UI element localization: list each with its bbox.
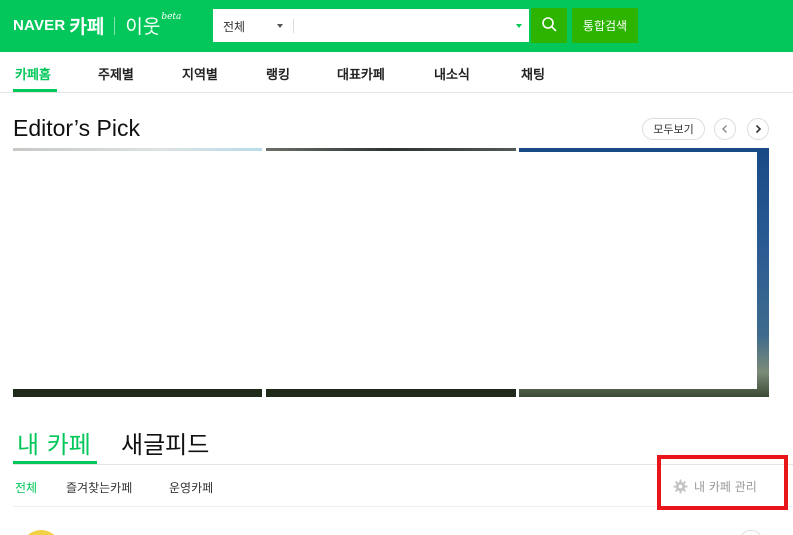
cafe-logo[interactable]: NAVER 카페 이웃 beta [13,12,181,39]
top-header: NAVER 카페 이웃 beta 전체 통합검색 [0,0,793,52]
chevron-left-icon [720,122,730,137]
highlight-box [657,455,788,510]
filter-favorites[interactable]: 즐겨찾는카페 [66,479,132,496]
pick-card[interactable] [266,148,516,397]
pick-card[interactable] [13,148,262,397]
nav-by-topic[interactable]: 주제별 [98,64,134,83]
logo-neighbor[interactable]: 이웃 [125,12,160,39]
card-image-edge [266,148,516,151]
nav-featured-cafe[interactable]: 대표카페 [337,64,385,83]
nav-active-indicator [13,89,57,92]
next-button[interactable] [747,118,769,140]
filter-all[interactable]: 전체 [15,479,37,496]
avatar[interactable] [21,530,61,535]
total-search-button[interactable]: 통합검색 [572,8,638,43]
nav-chat[interactable]: 채팅 [521,64,545,83]
more-circle-button[interactable] [740,530,762,535]
beta-badge: beta [161,11,182,22]
card-image-edge [13,148,262,151]
search-divider [293,19,294,33]
editors-pick-title: Editor’s Pick [13,115,140,141]
search-button[interactable] [531,8,567,43]
logo-separator [114,16,116,35]
search-input[interactable] [299,14,509,38]
prev-button[interactable] [714,118,736,140]
nav-by-region[interactable]: 지역별 [182,64,218,83]
nav-ranking[interactable]: 랭킹 [266,64,290,83]
main-nav: 카페홈 주제별 지역별 랭킹 대표카페 내소식 채팅 [0,52,793,93]
filter-managed[interactable]: 운영카페 [169,479,213,496]
logo-naver: NAVER [13,17,66,34]
caret-down-icon[interactable] [516,24,522,28]
chevron-right-icon [753,122,763,137]
search-scope-select[interactable]: 전체 [223,18,245,35]
search-box: 전체 [212,8,530,43]
nav-my-news[interactable]: 내소식 [434,64,470,83]
tab-new-feed[interactable]: 새글피드 [121,425,209,460]
search-icon [541,16,557,35]
logo-cafe: 카페 [69,16,105,38]
caret-down-icon[interactable] [277,24,283,28]
tab-my-cafe[interactable]: 내 카페 [17,425,91,460]
nav-cafe-home[interactable]: 카페홈 [15,64,51,83]
view-all-button[interactable]: 모두보기 [642,118,705,140]
card-overlay [519,152,757,389]
